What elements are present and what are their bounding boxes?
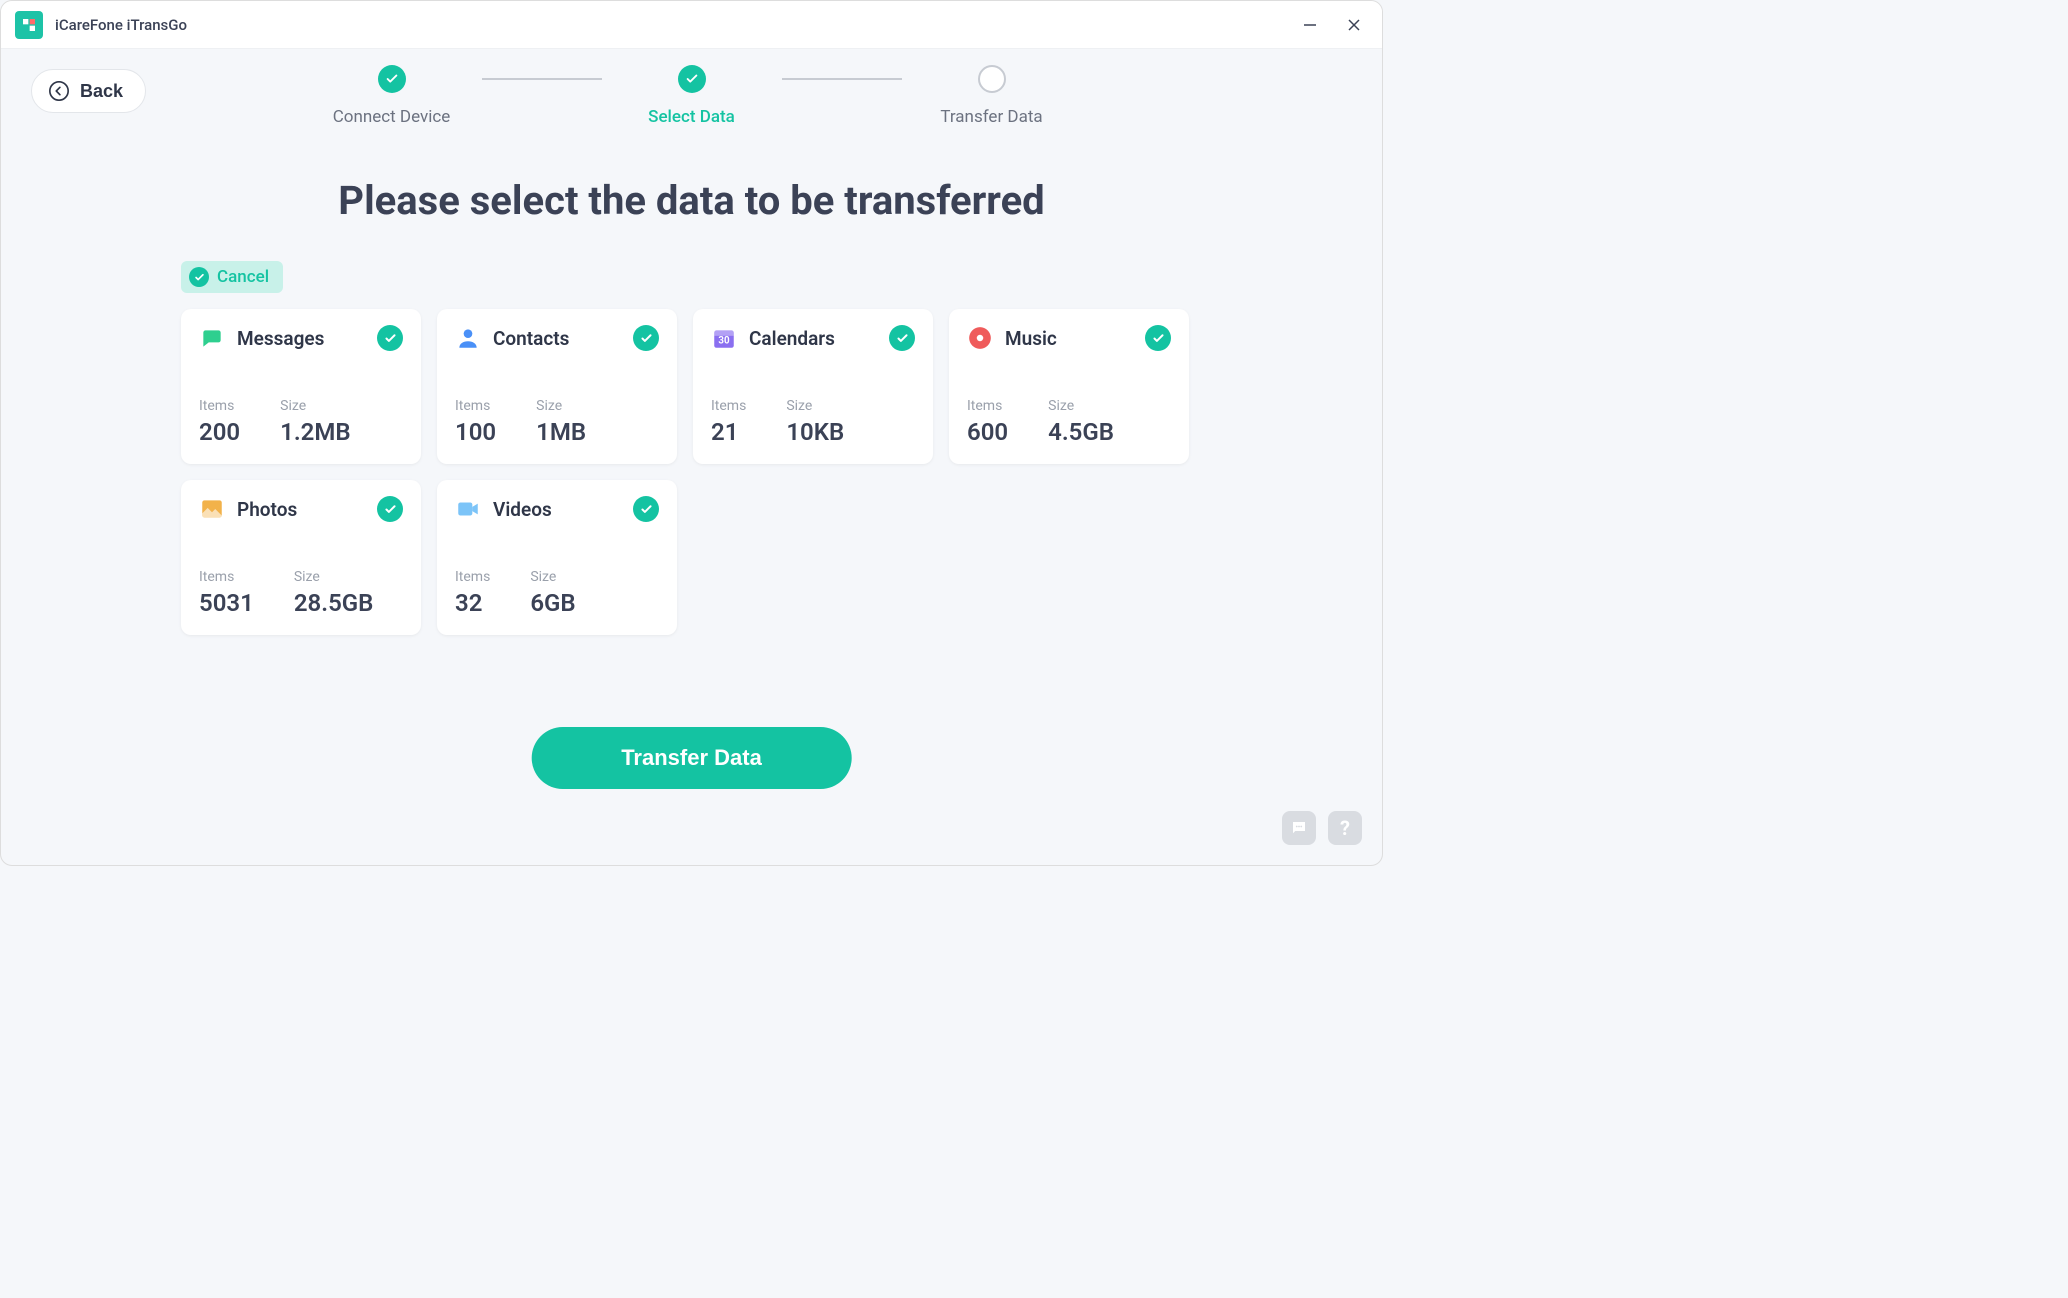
size-label: Size bbox=[530, 569, 575, 585]
card-title: Photos bbox=[237, 498, 297, 521]
cancel-select-all[interactable]: Cancel bbox=[181, 261, 283, 293]
size-label: Size bbox=[294, 569, 374, 585]
svg-text:30: 30 bbox=[718, 335, 730, 346]
card-messages[interactable]: Messages Items 200 Size 1.2MB bbox=[181, 309, 421, 464]
check-icon bbox=[189, 267, 209, 287]
size-label: Size bbox=[786, 398, 844, 414]
step-pending-icon bbox=[978, 65, 1006, 93]
calendars-icon: 30 bbox=[711, 325, 737, 351]
card-title: Messages bbox=[237, 327, 324, 350]
size-value: 28.5GB bbox=[294, 589, 374, 617]
check-icon bbox=[633, 496, 659, 522]
step-label: Select Data bbox=[648, 107, 735, 127]
videos-icon bbox=[455, 496, 481, 522]
step-connect-device: Connect Device bbox=[302, 65, 482, 127]
size-label: Size bbox=[536, 398, 586, 414]
size-label: Size bbox=[280, 398, 350, 414]
check-icon bbox=[1145, 325, 1171, 351]
card-contacts[interactable]: Contacts Items 100 Size 1MB bbox=[437, 309, 677, 464]
items-value: 21 bbox=[711, 418, 746, 446]
items-value: 100 bbox=[455, 418, 496, 446]
items-label: Items bbox=[455, 569, 490, 585]
step-connector bbox=[482, 78, 602, 80]
size-value: 10KB bbox=[786, 418, 844, 446]
card-title: Music bbox=[1005, 327, 1057, 350]
app-title: iCareFone iTransGo bbox=[55, 16, 187, 34]
step-label: Transfer Data bbox=[940, 107, 1042, 127]
step-connector bbox=[782, 78, 902, 80]
check-icon bbox=[633, 325, 659, 351]
size-value: 4.5GB bbox=[1048, 418, 1114, 446]
step-transfer-data: Transfer Data bbox=[902, 65, 1082, 127]
step-check-icon bbox=[678, 65, 706, 93]
card-title: Videos bbox=[493, 498, 552, 521]
cancel-label: Cancel bbox=[217, 267, 269, 287]
titlebar: iCareFone iTransGo bbox=[1, 1, 1382, 49]
feedback-icon[interactable] bbox=[1282, 811, 1316, 845]
card-title: Contacts bbox=[493, 327, 569, 350]
contacts-icon bbox=[455, 325, 481, 351]
data-cards-grid: Messages Items 200 Size 1.2MB Contacts bbox=[181, 309, 1189, 635]
card-photos[interactable]: Photos Items 5031 Size 28.5GB bbox=[181, 480, 421, 635]
items-label: Items bbox=[967, 398, 1008, 414]
card-videos[interactable]: Videos Items 32 Size 6GB bbox=[437, 480, 677, 635]
size-value: 1.2MB bbox=[280, 418, 350, 446]
items-label: Items bbox=[455, 398, 496, 414]
items-value: 5031 bbox=[199, 589, 254, 617]
card-title: Calendars bbox=[749, 327, 835, 350]
photos-icon bbox=[199, 496, 225, 522]
minimize-button[interactable] bbox=[1302, 17, 1318, 33]
stepper: Connect Device Select Data Transfer Data bbox=[302, 65, 1082, 127]
close-button[interactable] bbox=[1346, 17, 1362, 33]
step-label: Connect Device bbox=[333, 107, 451, 127]
items-label: Items bbox=[199, 398, 240, 414]
card-music[interactable]: Music Items 600 Size 4.5GB bbox=[949, 309, 1189, 464]
page-heading: Please select the data to be transferred bbox=[1, 177, 1382, 224]
items-value: 200 bbox=[199, 418, 240, 446]
size-value: 6GB bbox=[530, 589, 575, 617]
back-button[interactable]: Back bbox=[31, 69, 146, 113]
items-value: 600 bbox=[967, 418, 1008, 446]
step-select-data: Select Data bbox=[602, 65, 782, 127]
app-logo bbox=[15, 11, 43, 39]
help-icon[interactable]: ? bbox=[1328, 811, 1362, 845]
items-value: 32 bbox=[455, 589, 490, 617]
transfer-label: Transfer Data bbox=[621, 745, 762, 770]
items-label: Items bbox=[199, 569, 254, 585]
card-calendars[interactable]: 30 Calendars Items 21 Size 10KB bbox=[693, 309, 933, 464]
size-label: Size bbox=[1048, 398, 1114, 414]
messages-icon bbox=[199, 325, 225, 351]
check-icon bbox=[377, 496, 403, 522]
transfer-data-button[interactable]: Transfer Data bbox=[531, 727, 852, 789]
check-icon bbox=[889, 325, 915, 351]
music-icon bbox=[967, 325, 993, 351]
step-check-icon bbox=[378, 65, 406, 93]
back-label: Back bbox=[80, 81, 123, 102]
size-value: 1MB bbox=[536, 418, 586, 446]
check-icon bbox=[377, 325, 403, 351]
items-label: Items bbox=[711, 398, 746, 414]
arrow-left-icon bbox=[48, 80, 70, 102]
